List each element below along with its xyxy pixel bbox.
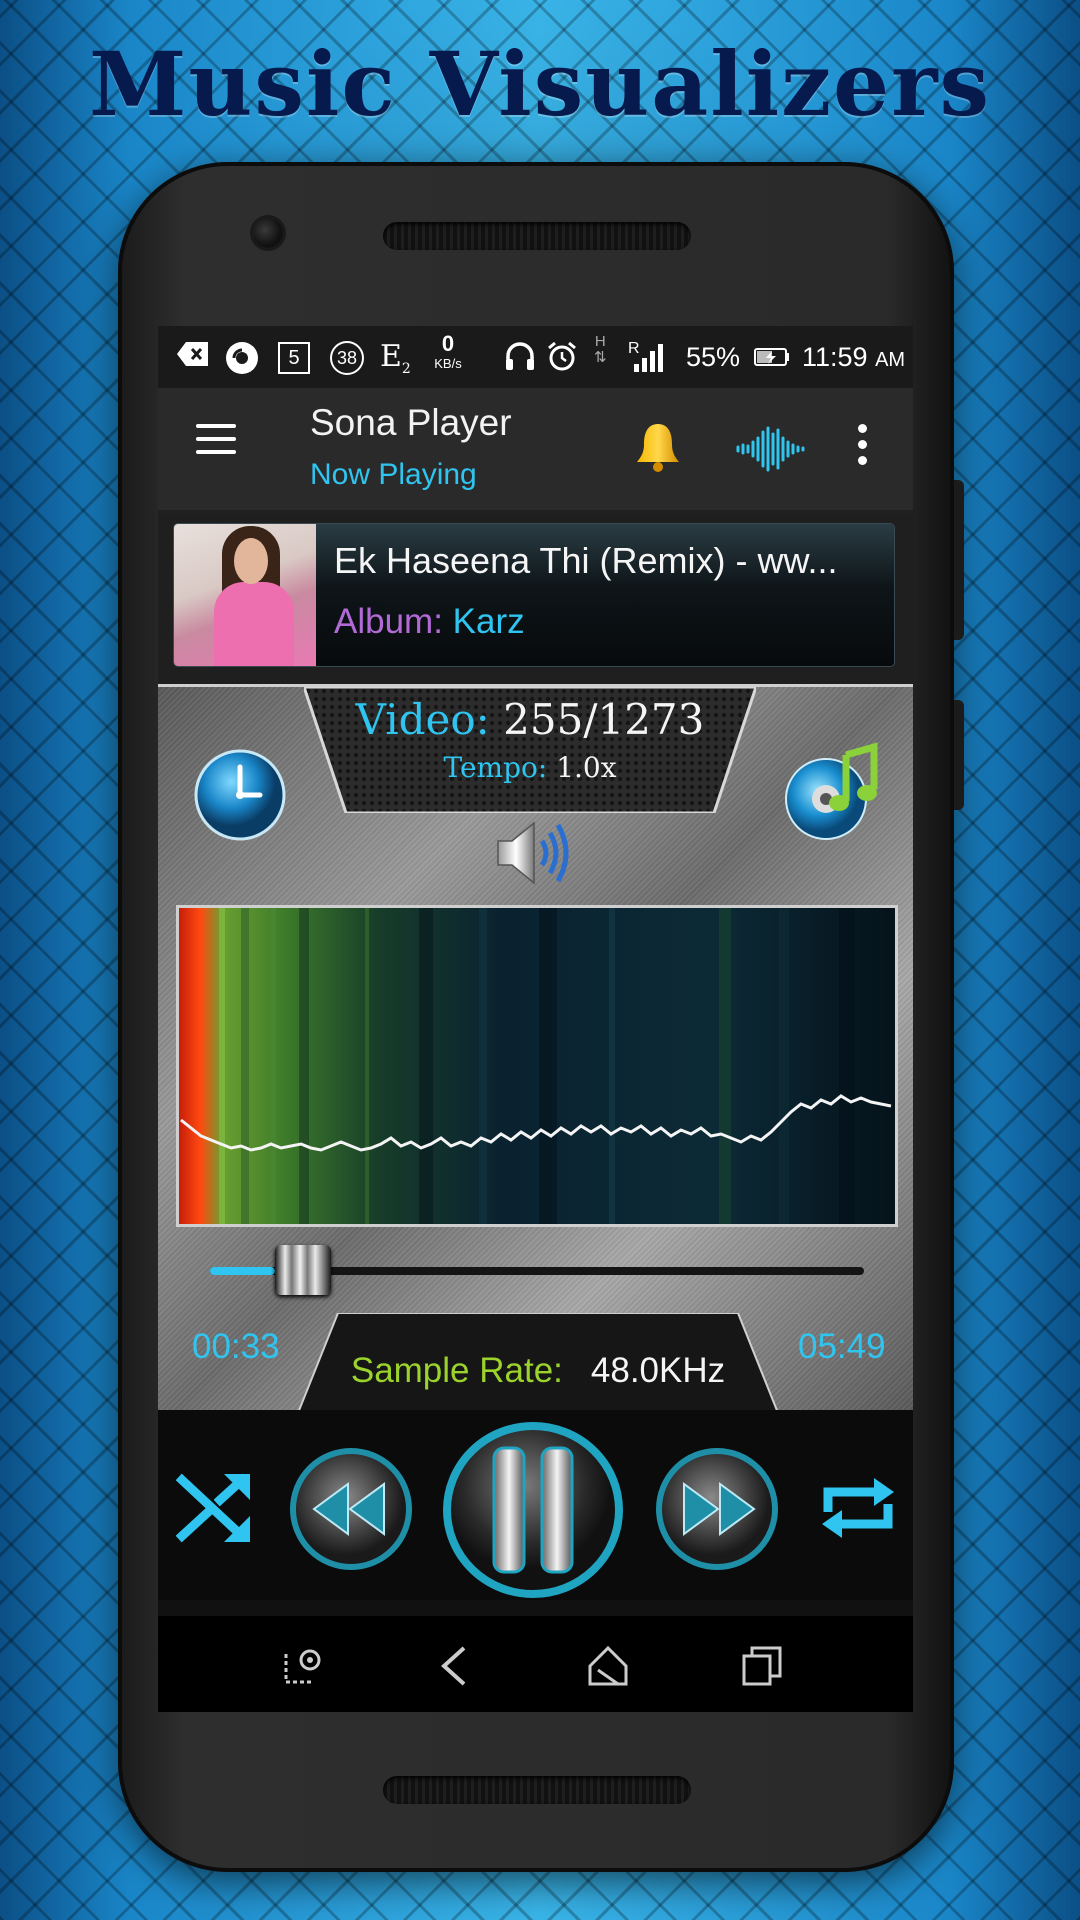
sample-rate-label: Sample Rate:	[350, 1351, 563, 1390]
screenshot-icon[interactable]	[282, 1644, 326, 1692]
network-h-indicator: H ⇅	[594, 333, 607, 366]
navigation-bar	[158, 1616, 913, 1712]
music-disc-icon[interactable]	[782, 739, 882, 847]
seek-bar[interactable]	[210, 1245, 864, 1295]
bottom-speaker	[383, 1776, 691, 1804]
tempo-info: Tempo: 1.0x	[443, 751, 617, 784]
phone-side-button	[954, 700, 964, 810]
front-camera	[253, 218, 283, 248]
phone-screen: 5 38 E2 0 KB/s H ⇅ R 55% 11:59 AM Sona Pl…	[158, 326, 913, 1712]
now-playing-area: Ek Haseena Thi (Remix) - ww... Album: Ka…	[158, 514, 913, 684]
notification-box-icon: 5	[278, 342, 310, 374]
app-bar: Sona Player Now Playing	[158, 388, 913, 514]
alarm-icon	[546, 340, 578, 374]
app-title: Sona Player	[310, 402, 512, 443]
more-vert-icon[interactable]	[858, 424, 868, 472]
phone-side-button	[954, 480, 964, 640]
back-icon[interactable]	[436, 1644, 476, 1692]
battery-percentage: 55%	[686, 342, 741, 372]
album-line: Album: Karz	[334, 602, 525, 642]
album-label: Album:	[334, 602, 453, 641]
notification-count-icon: 38	[330, 341, 364, 375]
album-name: Karz	[452, 602, 525, 641]
song-title: Ek Haseena Thi (Remix) - ww...	[334, 540, 838, 581]
hamburger-menu-icon[interactable]	[196, 424, 236, 456]
spectrum-visualizer	[176, 905, 898, 1227]
sample-rate-value: 48.0KHz	[590, 1351, 726, 1390]
repeat-icon[interactable]	[818, 1468, 898, 1552]
player-panel: Video: 255/1273 Tempo: 1.0x 00:33 05:49 …	[158, 684, 913, 1413]
clock-icon[interactable]	[192, 747, 288, 847]
album-art	[174, 524, 316, 666]
speaker-icon[interactable]	[494, 817, 576, 893]
network-e-indicator: E2	[380, 339, 411, 378]
bell-icon[interactable]	[634, 420, 682, 478]
recents-icon[interactable]	[740, 1644, 784, 1692]
home-icon[interactable]	[586, 1644, 630, 1692]
playback-controls	[158, 1410, 913, 1600]
status-bar: 5 38 E2 0 KB/s H ⇅ R 55% 11:59 AM	[158, 326, 913, 388]
shuffle-icon[interactable]	[175, 1466, 256, 1550]
sample-rate-display: Sample Rate: 48.0KHz	[298, 1313, 778, 1413]
app-subtitle: Now Playing	[310, 458, 477, 491]
seek-thumb[interactable]	[275, 1245, 331, 1295]
current-time: 00:33	[192, 1327, 280, 1366]
keyboard-delete-icon	[176, 340, 210, 374]
rewind-icon[interactable]	[288, 1446, 414, 1576]
seek-progress	[210, 1267, 275, 1275]
hero-title: Music Visualizers	[88, 32, 991, 136]
fast-forward-icon[interactable]	[654, 1446, 780, 1576]
data-speed-indicator: 0 KB/s	[434, 331, 462, 372]
battery-icon	[752, 340, 792, 374]
sound-wave-icon[interactable]	[734, 426, 806, 476]
pause-icon[interactable]	[440, 1420, 626, 1604]
now-playing-card[interactable]: Ek Haseena Thi (Remix) - ww... Album: Ka…	[174, 524, 894, 666]
info-display: Video: 255/1273 Tempo: 1.0x	[304, 687, 756, 813]
video-info: Video: 255/1273	[355, 695, 705, 744]
clock-time: 11:59 AM	[802, 342, 906, 372]
disc-player-icon	[224, 340, 260, 374]
spectrum-visualizer-graphic	[179, 908, 895, 1224]
signal-strength-icon: R	[628, 340, 668, 374]
earpiece-speaker	[383, 222, 691, 250]
total-time: 05:49	[798, 1327, 886, 1366]
headphones-icon	[504, 340, 536, 374]
